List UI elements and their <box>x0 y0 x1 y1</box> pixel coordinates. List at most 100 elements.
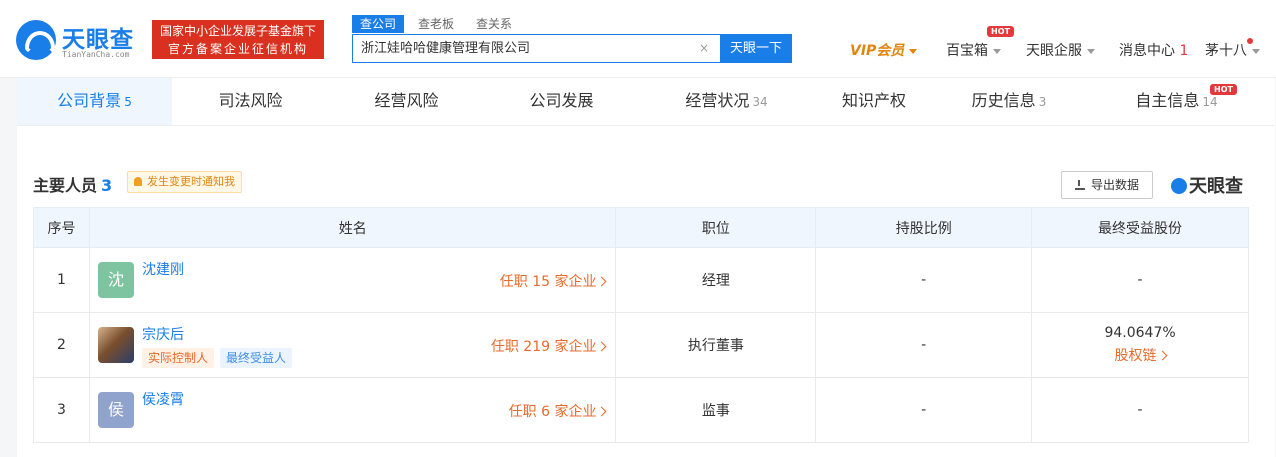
tab-label: 历史信息 <box>971 91 1036 110</box>
vip-menu[interactable]: VIP会员 <box>850 40 918 60</box>
equity-chain-link[interactable]: 股权链 <box>1032 345 1248 365</box>
search-input[interactable]: 浙江娃哈哈健康管理有限公司 <box>352 34 721 63</box>
table-row: 3 侯 侯凌霄 任职 6 家企业 监事 - - <box>33 377 1249 443</box>
notify-label: 发生变更时通知我 <box>147 175 235 188</box>
tab-count: 34 <box>752 95 768 109</box>
tab-count: 3 <box>1038 95 1047 109</box>
tab-label: 经营风险 <box>374 91 439 110</box>
header-beneficial-shares: 最终受益股份 <box>1031 207 1249 248</box>
username: 茅十八 <box>1205 43 1247 59</box>
person-tags: 实际控制人 最终受益人 <box>141 348 298 368</box>
search-tab-boss[interactable]: 查老板 <box>410 15 462 33</box>
person-name-link[interactable]: 沈建刚 <box>142 259 184 279</box>
header-shareholding: 持股比例 <box>815 207 1033 248</box>
tab-label: 知识产权 <box>841 91 906 110</box>
export-data-button[interactable]: 导出数据 <box>1061 171 1153 199</box>
vip-label: VIP会员 <box>850 43 905 59</box>
tab-count: 14 <box>1202 95 1218 109</box>
tianyancha-logo[interactable]: 天眼查 TianYanCha.com <box>16 20 142 62</box>
message-count-badge: 1 <box>1179 43 1189 59</box>
company-panel: 公司背景 5 司法风险 经营风险 公司发展 经营状况 34 知识产权 历史信息 3 自… <box>17 78 1275 457</box>
actual-controller-tag: 实际控制人 <box>141 348 214 368</box>
avatar[interactable]: 沈 <box>97 262 134 298</box>
section-title-text: 主要人员 <box>33 176 98 195</box>
hot-badge: HOT <box>987 26 1014 37</box>
promo-line-2: 官方备案企业征信机构 <box>167 42 308 56</box>
promo-line-1: 国家中小企业发展子基金旗下 <box>159 24 316 38</box>
header-index: 序号 <box>33 207 90 248</box>
tab-company-development[interactable]: 公司发展 <box>484 78 639 125</box>
logo-icon <box>16 20 56 60</box>
clear-search-icon[interactable]: × <box>699 41 709 55</box>
row-index: 2 <box>33 312 90 378</box>
search-tab-company[interactable]: 查公司 <box>352 15 405 33</box>
tab-business-status[interactable]: 经营状况 34 <box>639 78 814 125</box>
shareholding-cell: - <box>815 377 1033 443</box>
baobox-menu[interactable]: 百宝箱 <box>946 40 1001 60</box>
header-name: 姓名 <box>88 207 617 248</box>
tab-intellectual-property[interactable]: 知识产权 <box>814 78 934 125</box>
notification-dot <box>1247 38 1253 44</box>
section-title: 主要人员 3 <box>33 172 112 196</box>
chevron-down-icon <box>1087 48 1095 54</box>
tab-label: 公司发展 <box>529 91 594 110</box>
search-tab-relation[interactable]: 查关系 <box>468 15 520 33</box>
position-cell: 经理 <box>615 247 817 313</box>
shareholding-cell: - <box>815 312 1033 378</box>
avatar-photo[interactable] <box>97 327 134 363</box>
chevron-down-icon <box>993 48 1001 54</box>
promo-banner[interactable]: 国家中小企业发展子基金旗下 官方备案企业征信机构 <box>152 20 324 59</box>
tab-history[interactable]: 历史信息 3 <box>934 78 1084 125</box>
tab-judicial-risk[interactable]: 司法风险 <box>172 78 329 125</box>
logo-text: 天眼查 <box>62 27 134 53</box>
avatar[interactable]: 侯 <box>97 392 134 428</box>
tab-operating-risk[interactable]: 经营风险 <box>329 78 484 125</box>
person-name-link[interactable]: 侯凌霄 <box>142 389 184 409</box>
search-button[interactable]: 天眼一下 <box>720 34 792 63</box>
table-row: 2 宗庆后 实际控制人 最终受益人 任职 219 家企业 执行董事 - 94.06… <box>33 312 1249 378</box>
jobs-label: 任职 6 家企业 <box>508 404 597 420</box>
bell-icon <box>134 177 142 186</box>
chevron-right-icon <box>1157 350 1167 361</box>
ultimate-beneficiary-tag: 最终受益人 <box>219 348 292 368</box>
jobs-link[interactable]: 任职 6 家企业 <box>508 401 607 421</box>
person-name-link[interactable]: 宗庆后 <box>142 324 184 344</box>
search-type-tabs: 查公司 查老板 查关系 <box>352 15 526 33</box>
chevron-down-icon <box>909 48 918 54</box>
person-cell: 沈 沈建刚 任职 15 家企业 <box>88 247 617 313</box>
position-cell: 执行董事 <box>615 312 817 378</box>
key-personnel-table: 序号 姓名 职位 持股比例 最终受益股份 1 沈 沈建刚 任职 15 家企业 经… <box>33 207 1249 443</box>
tab-label: 公司背景 <box>57 91 122 110</box>
hot-badge: HOT <box>1210 84 1237 95</box>
jobs-link[interactable]: 任职 219 家企业 <box>491 336 607 356</box>
chevron-right-icon <box>597 341 607 352</box>
tab-label: 经营状况 <box>685 91 750 110</box>
beneficial-share-value: 94.0647% <box>1104 325 1176 341</box>
jobs-link[interactable]: 任职 15 家企业 <box>499 271 607 291</box>
jobs-label: 任职 15 家企业 <box>499 274 597 290</box>
logo-icon <box>1171 178 1187 194</box>
table-row: 1 沈 沈建刚 任职 15 家企业 经理 - - <box>33 247 1249 313</box>
notify-on-change-button[interactable]: 发生变更时通知我 <box>127 171 242 193</box>
company-tabs: 公司背景 5 司法风险 经营风险 公司发展 经营状况 34 知识产权 历史信息 3 自… <box>17 78 1275 126</box>
enterprise-service-label: 天眼企服 <box>1026 43 1082 59</box>
tab-company-background[interactable]: 公司背景 5 <box>17 78 172 125</box>
chevron-down-icon <box>1252 48 1260 54</box>
beneficial-shares-cell: - <box>1031 247 1249 313</box>
tab-label: 自主信息 <box>1135 91 1200 110</box>
person-cell: 侯 侯凌霄 任职 6 家企业 <box>88 377 617 443</box>
section-count: 3 <box>101 176 113 195</box>
position-cell: 监事 <box>615 377 817 443</box>
logo-subtext: TianYanCha.com <box>62 50 130 59</box>
chevron-right-icon <box>597 406 607 417</box>
top-bar: 天眼查 TianYanCha.com 国家中小企业发展子基金旗下 官方备案企业征… <box>0 0 1276 78</box>
message-center-label: 消息中心 <box>1119 43 1175 59</box>
export-label: 导出数据 <box>1090 178 1139 192</box>
enterprise-service-menu[interactable]: 天眼企服 <box>1026 40 1095 60</box>
beneficial-shares-cell: 94.0647% 股权链 <box>1031 312 1249 378</box>
shareholding-cell: - <box>815 247 1033 313</box>
tab-self-info[interactable]: 自主信息 14 <box>1084 78 1269 125</box>
row-index: 1 <box>33 247 90 313</box>
message-center-link[interactable]: 消息中心 1 <box>1119 40 1188 60</box>
tab-label: 司法风险 <box>218 91 283 110</box>
